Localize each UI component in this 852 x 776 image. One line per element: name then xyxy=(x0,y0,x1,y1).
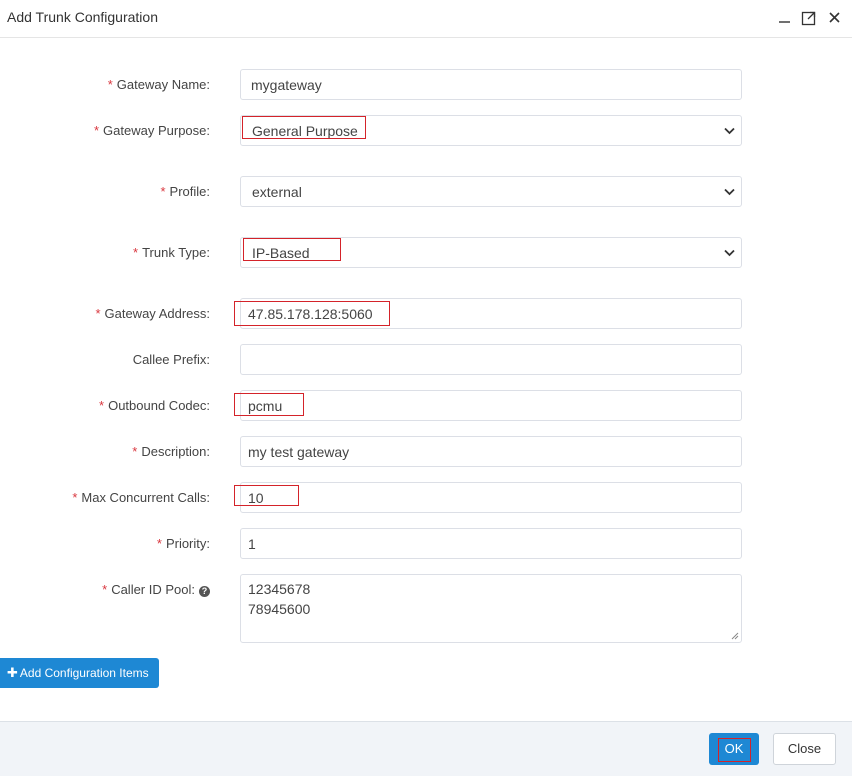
dialog-footer: OK Close xyxy=(0,721,852,776)
gateway-purpose-label-text: Gateway Purpose: xyxy=(103,123,210,138)
profile-select[interactable]: external xyxy=(240,176,742,207)
outbound-codec-input[interactable]: pcmu xyxy=(240,390,742,421)
dialog-titlebar: Add Trunk Configuration xyxy=(0,0,852,38)
gateway-address-input[interactable]: 47.85.178.128:5060 xyxy=(240,298,742,329)
required-mark: * xyxy=(132,444,138,459)
gateway-address-label: * Gateway Address: xyxy=(95,306,210,321)
chevron-down-icon xyxy=(724,249,735,257)
help-icon[interactable]: ? xyxy=(199,586,210,597)
close-icon[interactable] xyxy=(827,10,843,26)
minimize-icon[interactable] xyxy=(777,10,793,26)
gateway-name-input[interactable]: mygateway xyxy=(240,69,742,100)
required-mark: * xyxy=(156,536,162,551)
required-mark: * xyxy=(99,398,105,413)
chevron-down-icon xyxy=(724,188,735,196)
required-mark: * xyxy=(93,123,100,138)
max-concurrent-calls-label: * Max Concurrent Calls: xyxy=(72,490,210,505)
gateway-address-label-text: Gateway Address: xyxy=(104,306,211,321)
max-concurrent-calls-label-text: Max Concurrent Calls: xyxy=(81,490,210,505)
max-concurrent-calls-value: 10 xyxy=(248,490,264,506)
add-configuration-items-button[interactable]: ✚ Add Configuration Items xyxy=(0,658,159,688)
add-configuration-items-label: Add Configuration Items xyxy=(19,666,149,680)
gateway-purpose-select[interactable]: General Purpose xyxy=(240,115,742,146)
required-mark: * xyxy=(72,490,78,505)
plus-icon: ✚ xyxy=(7,665,18,680)
description-input[interactable]: my test gateway xyxy=(240,436,742,467)
priority-value: 1 xyxy=(248,536,256,552)
resize-handle-icon[interactable] xyxy=(731,632,739,640)
gateway-address-value: 47.85.178.128:5060 xyxy=(248,306,373,322)
maximize-icon[interactable] xyxy=(801,10,817,26)
caller-id-pool-textarea[interactable]: 12345678 78945600 xyxy=(240,574,742,643)
gateway-name-label: * Gateway Name: xyxy=(108,77,210,92)
caller-id-pool-label: * Caller ID Pool:? xyxy=(102,582,210,597)
callee-prefix-label: Callee Prefix: xyxy=(132,352,210,367)
trunk-type-label: * Trunk Type: xyxy=(133,245,210,260)
priority-input[interactable]: 1 xyxy=(240,528,742,559)
profile-label-text: Profile: xyxy=(169,184,210,199)
description-label: * Description: xyxy=(132,444,210,459)
close-label: Close xyxy=(787,741,822,756)
description-label-text: Description: xyxy=(141,444,210,459)
profile-value: external xyxy=(252,184,302,200)
callee-prefix-input[interactable] xyxy=(240,344,742,375)
trunk-type-value: IP-Based xyxy=(252,245,310,261)
gateway-name-value: mygateway xyxy=(251,77,322,93)
close-button[interactable]: Close xyxy=(773,733,836,765)
caller-id-line: 78945600 xyxy=(248,601,311,617)
profile-label: * Profile: xyxy=(160,184,210,199)
required-mark: * xyxy=(102,582,108,597)
trunk-type-select[interactable]: IP-Based xyxy=(240,237,742,268)
max-concurrent-calls-input[interactable]: 10 xyxy=(240,482,742,513)
outbound-codec-label: * Outbound Codec: xyxy=(99,398,210,413)
caller-id-pool-label-text: Caller ID Pool: xyxy=(111,582,195,597)
required-mark: * xyxy=(160,184,166,199)
trunk-type-label-text: Trunk Type: xyxy=(142,245,210,260)
outbound-codec-label-text: Outbound Codec: xyxy=(108,398,210,413)
required-mark: * xyxy=(107,77,113,92)
priority-label-text: Priority: xyxy=(165,536,210,551)
gateway-purpose-value: General Purpose xyxy=(252,123,358,139)
caller-id-line: 12345678 xyxy=(248,581,311,597)
highlight-box xyxy=(718,738,751,762)
outbound-codec-value: pcmu xyxy=(248,398,283,414)
required-mark: * xyxy=(133,245,139,260)
priority-label: * Priority: xyxy=(157,536,210,551)
gateway-purpose-label: * Gateway Purpose: xyxy=(94,123,210,138)
gateway-name-label-text: Gateway Name: xyxy=(116,77,210,92)
chevron-down-icon xyxy=(724,127,735,135)
dialog-title: Add Trunk Configuration xyxy=(7,9,158,25)
required-mark: * xyxy=(95,306,101,321)
description-value: my test gateway xyxy=(248,444,350,460)
